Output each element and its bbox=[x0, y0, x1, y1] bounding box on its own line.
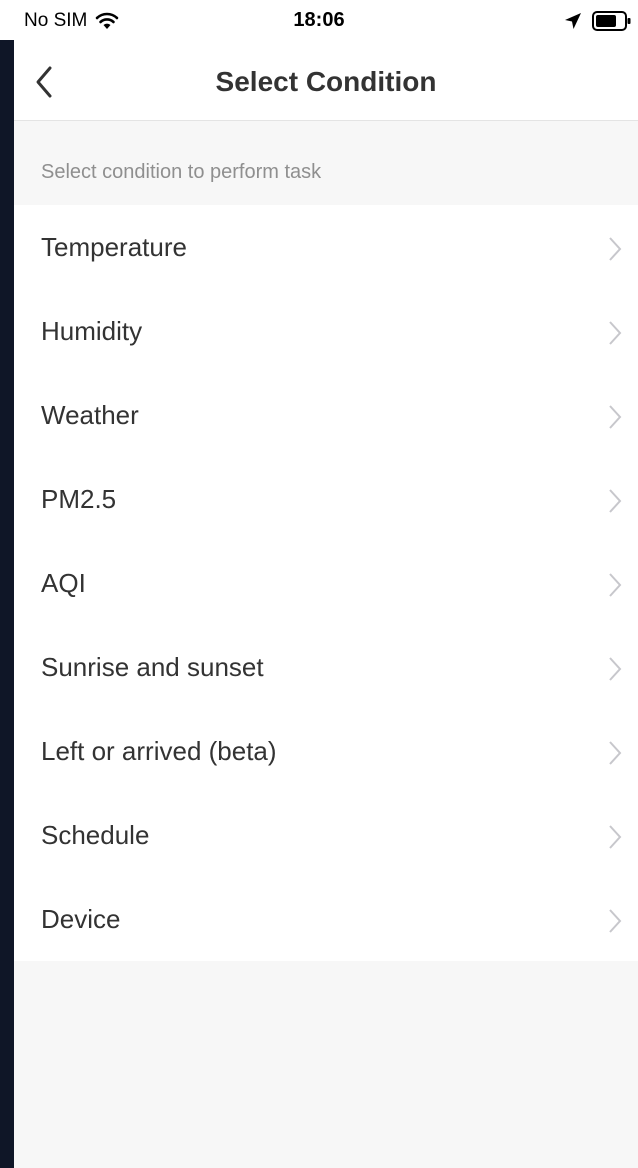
app-screen: Select Condition Select condition to per… bbox=[14, 0, 638, 1168]
list-item-left-or-arrived[interactable]: Left or arrived (beta) bbox=[14, 709, 638, 793]
chevron-right-icon bbox=[609, 321, 622, 345]
navigation-bar: Select Condition bbox=[14, 40, 638, 121]
chevron-right-icon bbox=[609, 489, 622, 513]
list-item-label: Humidity bbox=[41, 316, 143, 346]
list-item-schedule[interactable]: Schedule bbox=[14, 793, 638, 877]
chevron-right-icon bbox=[609, 825, 622, 849]
list-item-label: Temperature bbox=[41, 232, 187, 262]
list-item-label: Left or arrived (beta) bbox=[41, 736, 277, 766]
chevron-right-icon bbox=[609, 741, 622, 765]
page-title: Select Condition bbox=[215, 66, 437, 97]
list-item-label: Schedule bbox=[41, 820, 150, 850]
list-item-weather[interactable]: Weather bbox=[14, 373, 638, 457]
list-item-label: PM2.5 bbox=[41, 484, 117, 514]
location-arrow-icon bbox=[564, 12, 582, 30]
list-item-aqi[interactable]: AQI bbox=[14, 541, 638, 625]
section-header-text: Select condition to perform task bbox=[41, 161, 322, 183]
chevron-right-icon bbox=[609, 237, 622, 261]
list-item-label: Device bbox=[41, 904, 121, 934]
device-frame: Select Condition Select condition to per… bbox=[0, 0, 638, 1168]
list-item-temperature[interactable]: Temperature bbox=[14, 205, 638, 289]
list-item-sunrise-sunset[interactable]: Sunrise and sunset bbox=[14, 625, 638, 709]
section-header: Select condition to perform task bbox=[14, 121, 638, 205]
chevron-right-icon bbox=[609, 405, 622, 429]
condition-list: Temperature Humidity Weather PM2.5 AQI S… bbox=[14, 205, 638, 961]
list-item-pm25[interactable]: PM2.5 bbox=[14, 457, 638, 541]
chevron-right-icon bbox=[609, 573, 622, 597]
clock: 18:06 bbox=[293, 9, 345, 31]
status-bar-right bbox=[564, 10, 632, 32]
list-item-device[interactable]: Device bbox=[14, 877, 638, 961]
list-item-label: AQI bbox=[41, 568, 86, 598]
list-item-label: Weather bbox=[41, 400, 139, 430]
list-item-label: Sunrise and sunset bbox=[41, 652, 264, 682]
chevron-right-icon bbox=[609, 657, 622, 681]
battery-icon bbox=[592, 10, 632, 32]
status-bar: No SIM 18:06 bbox=[0, 0, 638, 40]
list-item-humidity[interactable]: Humidity bbox=[14, 289, 638, 373]
chevron-right-icon bbox=[609, 909, 622, 933]
